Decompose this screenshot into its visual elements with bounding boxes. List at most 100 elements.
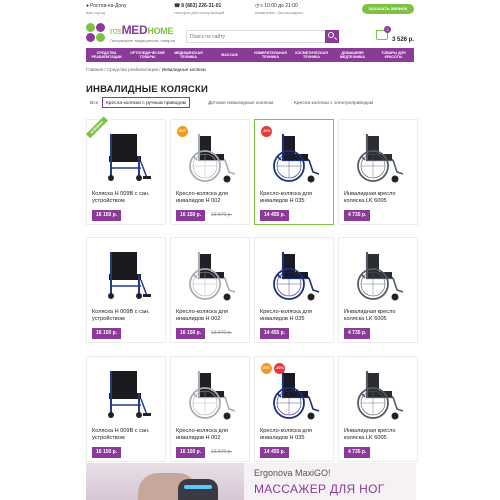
product-card[interactable]: ХИТ -30% Кресло-коляска для инвалидов H 03…: [254, 356, 334, 462]
nav-item-rehab[interactable]: Средства реабилитации: [86, 48, 127, 62]
discount-badge: -30%: [274, 363, 285, 374]
discount-badge: -30%: [261, 126, 272, 137]
nav-item-beauty[interactable]: Товары для красоты: [373, 48, 414, 62]
hours-text: с 10:00 до 21:00: [260, 3, 298, 9]
product-card[interactable]: Кресло-коляска для инвалидов H 002 16 150…: [170, 356, 250, 462]
breadcrumb-home[interactable]: Главная: [86, 67, 103, 72]
product-price: 14 455 р.: [260, 210, 290, 221]
search-bar: [186, 30, 339, 43]
wheelchair-product-image[interactable]: [97, 363, 157, 423]
product-price: 14 455 р.: [260, 447, 290, 458]
search-icon: [328, 32, 334, 38]
product-price: 4 735 р.: [344, 210, 371, 221]
clock-icon: ◷: [255, 3, 260, 9]
top-info-bar: ●Ростов-на-Дону ваш город ☎8 (863) 226-3…: [0, 0, 500, 16]
product-price: 16 150 р.: [176, 328, 206, 339]
breadcrumb-parent[interactable]: Средства реабилитации: [107, 67, 158, 72]
nav-item-home-medtech[interactable]: Домашняя медтехника: [332, 48, 373, 62]
hit-badge: ХИТ: [261, 363, 272, 374]
category-filters: Все Кресла-коляски с ручным приводом Дет…: [86, 97, 414, 109]
product-title[interactable]: Инвалидная кресло коляска LK 6005: [344, 191, 416, 205]
product-price: 14 455 р.: [260, 328, 290, 339]
promo-image: [86, 463, 244, 500]
nav-item-cosmetic[interactable]: Косметическая техника: [291, 48, 332, 62]
product-card[interactable]: Кресло-коляска для инвалидов H 035 14 455…: [254, 237, 334, 343]
product-title[interactable]: Кресло-коляска для инвалидов H 002: [176, 428, 248, 442]
nav-item-orthopedic[interactable]: Ортопедические товары: [127, 48, 168, 62]
product-old-price: 13 570 р.: [211, 449, 232, 455]
product-price: 16 150 р.: [92, 447, 122, 458]
city-caption: ваш город: [86, 10, 105, 15]
product-card[interactable]: Инвалидная кресло коляска LK 6005 4 735 р…: [338, 237, 418, 343]
product-price: 16 150 р.: [176, 210, 206, 221]
wheelchair-product-image[interactable]: [97, 126, 157, 186]
wheelchair-product-image[interactable]: [265, 363, 325, 423]
product-card[interactable]: Кресло-коляска для инвалидов H 002 16 150…: [170, 237, 250, 343]
cart-total: 3 526 р.: [392, 37, 415, 43]
wheelchair-product-image[interactable]: [265, 126, 325, 186]
product-price: 16 150 р.: [92, 328, 122, 339]
phone-icon: ☎: [174, 3, 181, 9]
product-card[interactable]: Коляска H 009B с сан. устройством 16 150 …: [86, 237, 166, 343]
callback-button[interactable]: ЗАКАЗАТЬ ЗВОНОК: [362, 4, 414, 14]
breadcrumb-current: Инвалидные коляски: [161, 67, 206, 72]
site-logo[interactable]: rosMEDHOME Гипермаркет медицинских товар…: [86, 22, 186, 46]
product-card[interactable]: ХИТ Кресло-коляска для инвалидов H 002 16 …: [170, 119, 250, 225]
wheelchair-product-image[interactable]: [97, 244, 157, 304]
wheelchair-product-image[interactable]: [181, 126, 241, 186]
wheelchair-product-image[interactable]: [349, 126, 409, 186]
hours-caption: ежедневно, без выходных: [255, 10, 304, 15]
search-input[interactable]: [190, 34, 320, 40]
filter-chip-all[interactable]: Все: [86, 97, 102, 108]
filter-chip-electric[interactable]: Кресла-коляски с электроприводом: [290, 97, 377, 108]
cart-count-badge: 2: [384, 26, 391, 33]
wheelchair-product-image[interactable]: [349, 363, 409, 423]
product-title[interactable]: Кресло-коляска для инвалидов H 035: [260, 191, 332, 205]
product-card[interactable]: Инвалидная кресло коляска LK 6005 4 735 р…: [338, 119, 418, 225]
product-title[interactable]: Коляска H 009B с сан. устройством: [92, 191, 164, 205]
nav-item-measuring[interactable]: Измерительная техника: [250, 48, 291, 62]
product-old-price: 13 570 р.: [211, 212, 232, 218]
product-old-price: 13 570 р.: [211, 330, 232, 336]
phone-text: 8 (863) 226-31-01: [181, 3, 222, 9]
search-button[interactable]: [325, 30, 339, 43]
product-price: 4 735 р.: [344, 328, 371, 339]
breadcrumb: Главная / Средства реабилитации / Инвали…: [86, 67, 206, 72]
wheelchair-product-image[interactable]: [349, 244, 409, 304]
logo-wordmark: rosMEDHOME: [110, 23, 174, 37]
city-name: Ростов-на-Дону: [90, 3, 127, 9]
product-price: 4 735 р.: [344, 447, 371, 458]
product-title[interactable]: Кресло-коляска для инвалидов H 035: [260, 309, 332, 323]
promo-banner[interactable]: Ergonova MaxiGO! МАССАЖЕР ДЛЯ НОГ: [86, 463, 416, 500]
promo-headline: МАССАЖЕР ДЛЯ НОГ: [254, 482, 385, 496]
phone-number[interactable]: ☎8 (863) 226-31-01 телефон для консульта…: [174, 3, 224, 15]
product-card[interactable]: Коляска H 009B с сан. устройством 16 150 …: [86, 356, 166, 462]
wheelchair-product-image[interactable]: [265, 244, 325, 304]
product-title[interactable]: Инвалидная кресло коляска LK 6005: [344, 309, 416, 323]
nav-item-massage[interactable]: Массаж: [209, 48, 250, 62]
product-title[interactable]: Коляска H 009B с сан. устройством: [92, 428, 164, 442]
filter-chip-manual[interactable]: Кресла-коляски с ручным приводом: [102, 97, 190, 108]
wheelchair-product-image[interactable]: [181, 244, 241, 304]
product-title[interactable]: Кресло-коляска для инвалидов H 002: [176, 191, 248, 205]
phone-caption: телефон для консультаций: [174, 10, 225, 15]
filter-chip-kids[interactable]: Детские инвалидные коляски: [204, 97, 277, 108]
logo-tagline: Гипермаркет медицинских товаров: [110, 38, 175, 43]
product-title[interactable]: Кресло-коляска для инвалидов H 035: [260, 428, 332, 442]
product-card[interactable]: Инвалидная кресло коляска LK 6005 4 735 р…: [338, 356, 418, 462]
city-selector[interactable]: ●Ростов-на-Дону ваш город: [86, 3, 126, 15]
product-price: 16 150 р.: [176, 447, 206, 458]
cart-widget[interactable]: 2 3 526 р.: [374, 26, 414, 48]
product-title[interactable]: Инвалидная кресло коляска LK 6005: [344, 428, 416, 442]
product-card[interactable]: НОВИНКА Коляска H 009B с сан. устройством…: [86, 116, 166, 225]
wheelchair-product-image[interactable]: [181, 363, 241, 423]
promo-brand: Ergonova MaxiGO!: [254, 468, 331, 478]
page-title: ИНВАЛИДНЫЕ КОЛЯСКИ: [86, 84, 208, 95]
nav-item-medical-tech[interactable]: Медицинская техника: [168, 48, 209, 62]
product-card[interactable]: -30% Кресло-коляска для инвалидов H 035 14…: [254, 119, 334, 225]
breadcrumb-separator: /: [159, 67, 161, 72]
product-price: 16 150 р.: [92, 210, 122, 221]
product-title[interactable]: Кресло-коляска для инвалидов H 002: [176, 309, 248, 323]
product-title[interactable]: Коляска H 009B с сан. устройством: [92, 309, 164, 323]
logo-mark-icon: [86, 23, 106, 43]
